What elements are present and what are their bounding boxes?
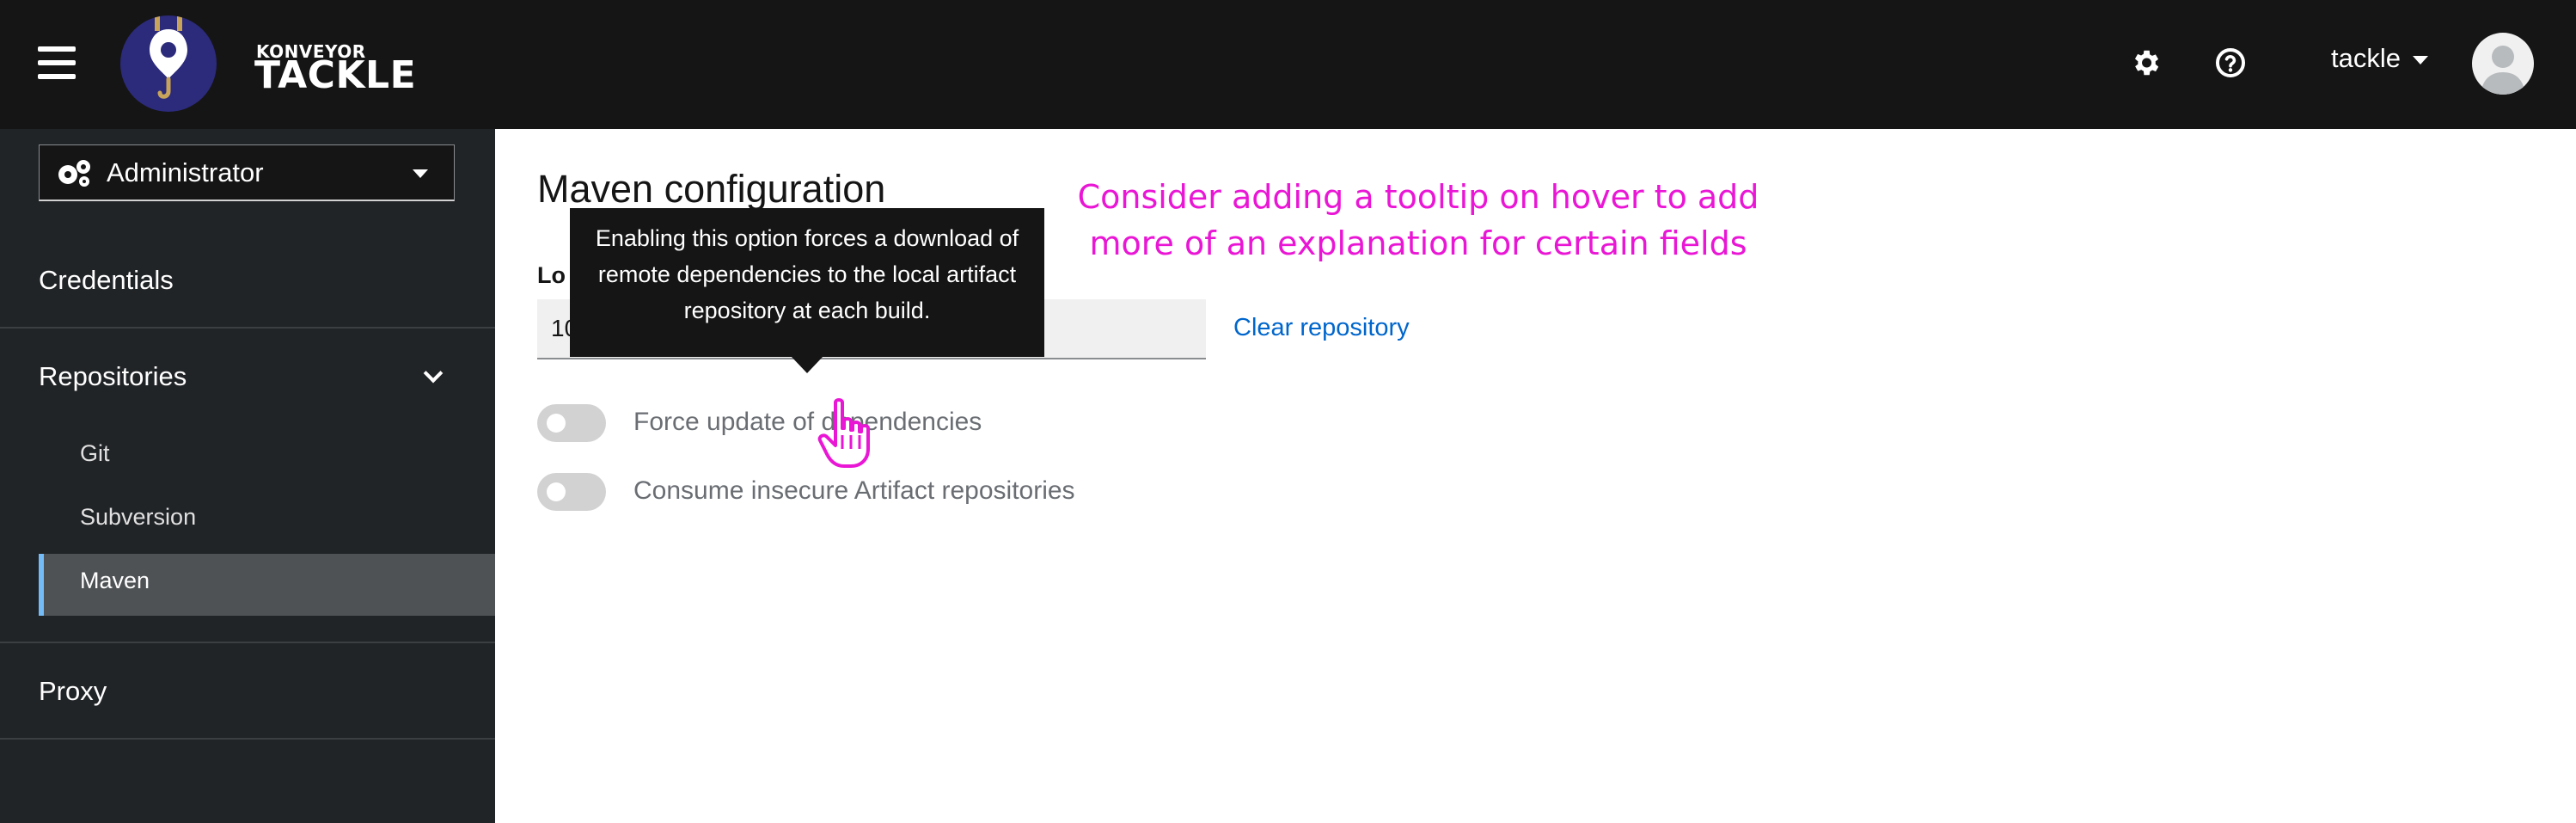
caret-down-icon — [413, 169, 428, 178]
tooltip-line: remote dependencies to the local artifac… — [597, 261, 1017, 287]
divider — [0, 327, 495, 329]
caret-down-icon — [2412, 56, 2428, 64]
masthead: KONVEYOR TACKLE tackle — [0, 0, 2576, 129]
tooltip-line: Enabling this option forces a download o… — [595, 225, 1019, 251]
hand-cursor-icon — [817, 397, 877, 474]
annotation-line: more of an explanation for certain field… — [1089, 224, 1747, 262]
perspective-selector[interactable]: Administrator — [39, 144, 455, 201]
tooltip-line: repository at each build. — [683, 298, 931, 323]
force-update-switch[interactable] — [537, 404, 606, 442]
page-title: Maven configuration — [537, 167, 886, 211]
sidebar-item-credentials[interactable]: Credentials — [39, 265, 174, 296]
divider — [0, 642, 495, 643]
insecure-repos-label: Consume insecure Artifact repositories — [633, 476, 1075, 505]
force-update-label: Force update of dependencies — [633, 408, 982, 436]
switch-knob — [547, 414, 566, 433]
switch-knob — [547, 482, 566, 501]
sidebar-item-proxy[interactable]: Proxy — [39, 676, 107, 707]
sidebar-item-git[interactable]: Git — [80, 440, 110, 467]
sidebar: Administrator Credentials Repositories G… — [0, 129, 495, 823]
sidebar-item-maven-label: Maven — [80, 568, 150, 593]
tooltip: Enabling this option forces a download o… — [570, 208, 1044, 357]
help-icon[interactable] — [2214, 46, 2247, 79]
menu-icon[interactable] — [38, 46, 76, 81]
insecure-repos-switch[interactable] — [537, 473, 606, 511]
brand-title: TACKLE — [254, 53, 417, 97]
design-annotation: Consider adding a tooltip on hover to ad… — [1049, 174, 1788, 267]
sidebar-item-repositories[interactable]: Repositories — [39, 361, 187, 392]
clear-repository-button[interactable]: Clear repository — [1233, 314, 1410, 342]
gear-icon[interactable] — [2129, 46, 2162, 79]
chevron-down-icon[interactable] — [423, 363, 444, 384]
avatar[interactable] — [2472, 33, 2534, 95]
perspective-label: Administrator — [107, 157, 264, 187]
divider — [0, 738, 495, 740]
cogs-icon — [55, 158, 93, 187]
tooltip-arrow — [791, 356, 823, 373]
annotation-line: Consider adding a tooltip on hover to ad… — [1077, 178, 1759, 216]
user-name: tackle — [2331, 43, 2401, 73]
local-repository-label: Lo — [537, 262, 566, 288]
sidebar-item-subversion[interactable]: Subversion — [80, 504, 196, 531]
tackle-logo — [120, 15, 217, 112]
active-indicator — [39, 554, 44, 616]
user-menu-toggle[interactable]: tackle — [2331, 43, 2428, 74]
